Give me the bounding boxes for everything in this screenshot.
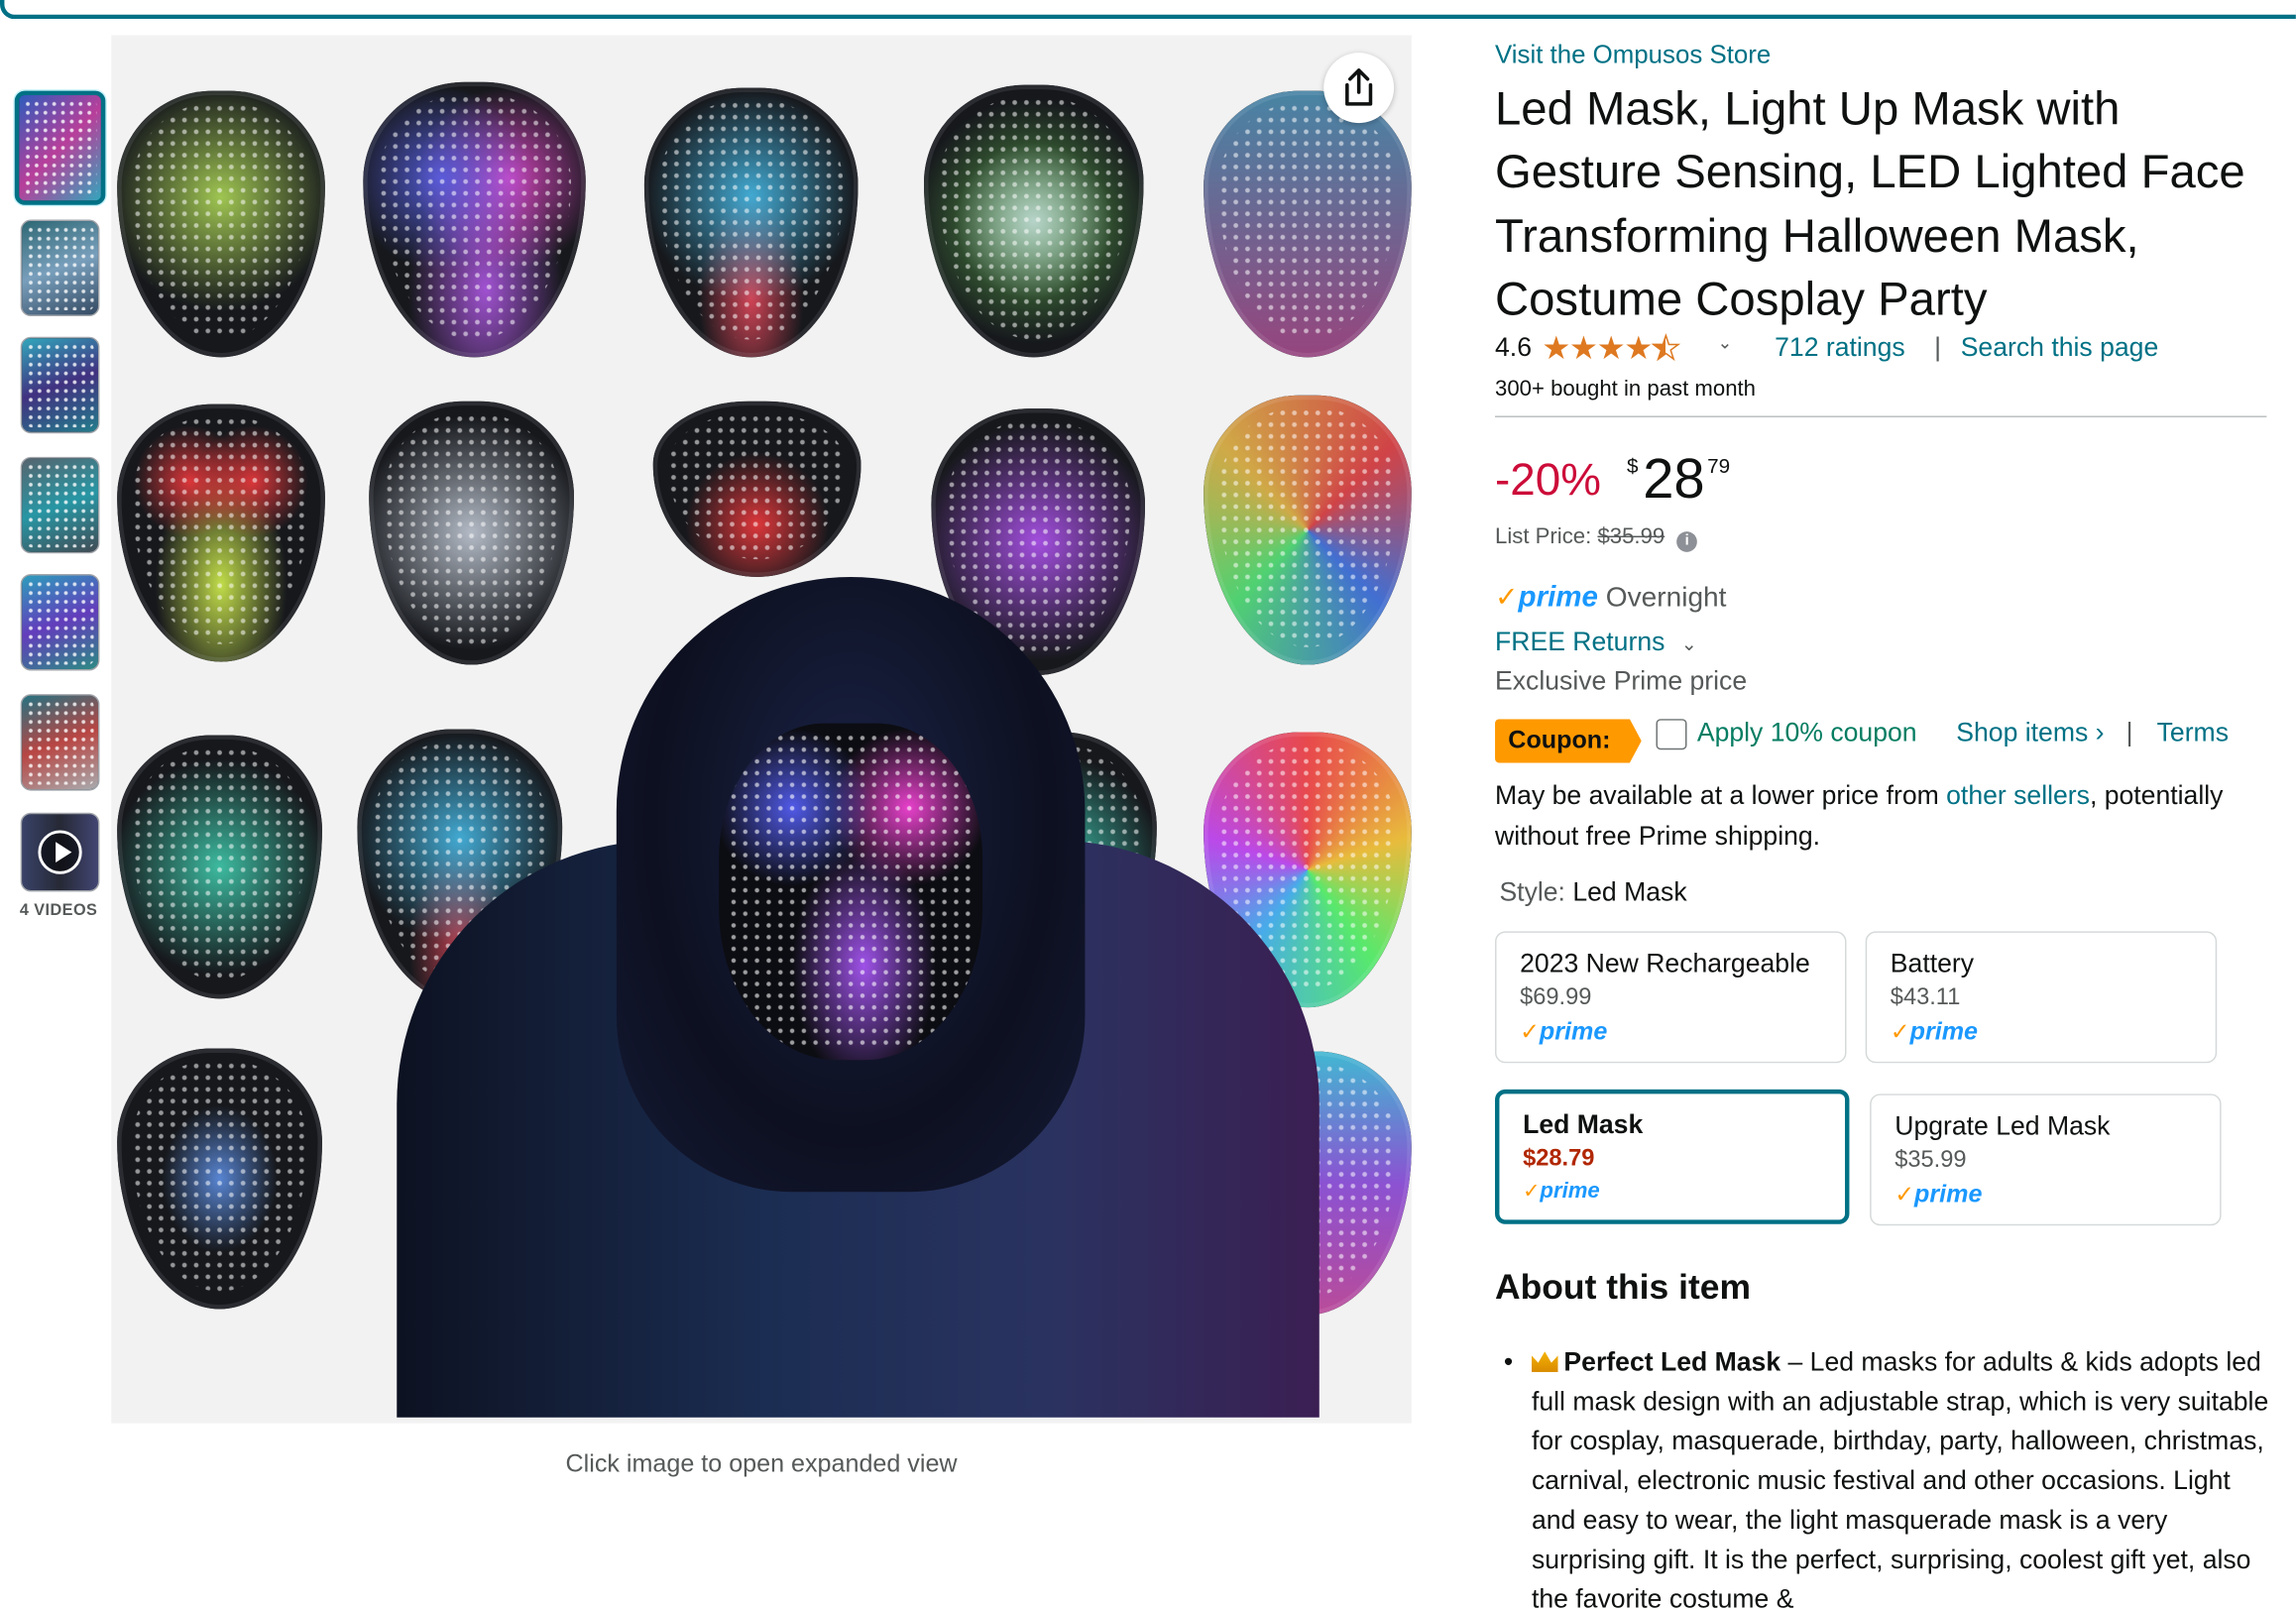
- availability-text: May be available at a lower price from: [1495, 780, 1947, 810]
- style-option-name: Battery: [1890, 949, 1975, 978]
- separator: |: [1934, 332, 1942, 362]
- shop-items-link[interactable]: Shop items ›: [1956, 718, 2104, 748]
- style-option-name: 2023 New Rechargeable: [1520, 949, 1810, 978]
- style-option-price: $43.11: [1890, 985, 1961, 1011]
- image-caption: Click image to open expanded view: [565, 1449, 958, 1478]
- terms-link[interactable]: Terms: [2157, 718, 2229, 748]
- mask-image: [923, 84, 1144, 358]
- price-fraction: 79: [1707, 453, 1731, 478]
- coupon-checkbox[interactable]: [1656, 719, 1687, 750]
- style-label: Style: Led Mask: [1499, 877, 1686, 908]
- thumbnail-4[interactable]: [20, 456, 100, 554]
- bullet-text: Perfect Led Mask – Led masks for adults …: [1531, 1342, 2271, 1610]
- divider: [1495, 415, 2267, 417]
- product-page: 4 VIDEOS Click image to open expanded vi…: [0, 0, 2296, 1610]
- chevron-down-icon[interactable]: ⌄: [1718, 332, 1733, 353]
- mask-image: [117, 90, 325, 358]
- prime-logo: ✓prime: [1890, 1017, 1978, 1046]
- style-option-name: Led Mask: [1523, 1109, 1644, 1140]
- info-icon[interactable]: i: [1676, 531, 1697, 552]
- mask-image: [652, 401, 861, 577]
- share-icon: [1345, 68, 1373, 106]
- about-heading: About this item: [1495, 1268, 1751, 1308]
- mask-image: [117, 1048, 322, 1310]
- hooded-figure: [397, 576, 1320, 1418]
- play-icon: [38, 830, 82, 874]
- style-option-upgrate-led-mask[interactable]: Upgrate Led Mask $35.99 ✓prime: [1870, 1093, 2222, 1226]
- star-rating-icon[interactable]: ★★★★★: [1542, 329, 1680, 367]
- store-link[interactable]: Visit the Ompusos Store: [1495, 40, 1771, 70]
- list-price-value: $35.99: [1597, 523, 1665, 549]
- coupon-row: Coupon: Apply 10% coupon Shop items › | …: [1495, 715, 2286, 764]
- top-accent-bar: [0, 0, 2296, 20]
- product-title: Led Mask, Light Up Mask with Gesture Sen…: [1495, 81, 2245, 325]
- price-currency: $: [1626, 453, 1639, 478]
- prime-logo: ✓prime: [1520, 1017, 1608, 1046]
- style-option-name: Upgrate Led Mask: [1894, 1111, 2111, 1141]
- prime-logo: ✓prime: [1523, 1178, 1600, 1205]
- video-thumbnail[interactable]: [20, 812, 100, 892]
- discount-percent: -20%: [1495, 453, 1601, 506]
- availability-note: May be available at a lower price from o…: [1495, 774, 2271, 857]
- main-product-image[interactable]: [111, 35, 1412, 1424]
- style-option-led-mask[interactable]: Led Mask $28.79 ✓prime: [1495, 1089, 1850, 1224]
- prime-logo: ✓prime: [1894, 1180, 1983, 1208]
- exclusive-prime-price: Exclusive Prime price: [1495, 666, 1748, 696]
- prime-speed: Overnight: [1605, 582, 1727, 614]
- mask-image: [1204, 90, 1412, 358]
- list-price-label: List Price:: [1495, 523, 1592, 549]
- bullet-body: – Led masks for adults & kids adopts led…: [1531, 1346, 2269, 1610]
- thumbnail-3[interactable]: [20, 336, 100, 434]
- style-option-2023-rechargeable[interactable]: 2023 New Rechargeable $69.99 ✓prime: [1495, 931, 1847, 1064]
- coupon-badge: Coupon:: [1495, 719, 1642, 763]
- free-returns-label: FREE Returns: [1495, 627, 1665, 656]
- style-option-price: $28.79: [1523, 1146, 1595, 1172]
- thumbnail-6[interactable]: [20, 694, 100, 791]
- style-option-battery[interactable]: Battery $43.11 ✓prime: [1865, 931, 2218, 1064]
- price-whole: 28: [1643, 449, 1705, 512]
- crown-icon: [1531, 1351, 1558, 1372]
- mask-image: [643, 87, 859, 358]
- mask-image: [117, 403, 325, 662]
- mask-image: [363, 81, 586, 358]
- search-page-link[interactable]: Search this page: [1961, 332, 2159, 363]
- mask-image: [117, 735, 322, 999]
- style-selected: Led Mask: [1572, 876, 1687, 907]
- style-label-prefix: Style:: [1499, 876, 1573, 907]
- thumbnail-1[interactable]: [14, 90, 106, 205]
- bullet-dot: •: [1503, 1346, 1514, 1377]
- apply-coupon-label[interactable]: Apply 10% coupon: [1697, 718, 1917, 748]
- style-option-price: $35.99: [1894, 1147, 1967, 1174]
- prime-logo: prime: [1518, 581, 1598, 614]
- prime-delivery: ✓prime Overnight: [1495, 581, 1726, 615]
- bullet-title: Perfect Led Mask: [1563, 1346, 1781, 1377]
- list-price: List Price: $35.99 i: [1495, 524, 1697, 552]
- videos-count-label[interactable]: 4 VIDEOS: [0, 902, 117, 920]
- rating-value: 4.6: [1495, 332, 1532, 362]
- bought-count: 300+ bought in past month: [1495, 376, 1757, 402]
- chevron-down-icon: ⌄: [1680, 632, 1697, 655]
- share-button[interactable]: [1323, 53, 1395, 124]
- other-sellers-link[interactable]: other sellers: [1946, 780, 2090, 810]
- thumbnail-5[interactable]: [20, 573, 100, 671]
- free-returns-link[interactable]: FREE Returns ⌄: [1495, 627, 1697, 657]
- separator: |: [2125, 717, 2133, 748]
- prime-check-icon: ✓: [1495, 582, 1519, 614]
- thumbnail-2[interactable]: [20, 219, 100, 317]
- ratings-count-link[interactable]: 712 ratings: [1775, 332, 1905, 363]
- style-option-price: $69.99: [1520, 985, 1592, 1011]
